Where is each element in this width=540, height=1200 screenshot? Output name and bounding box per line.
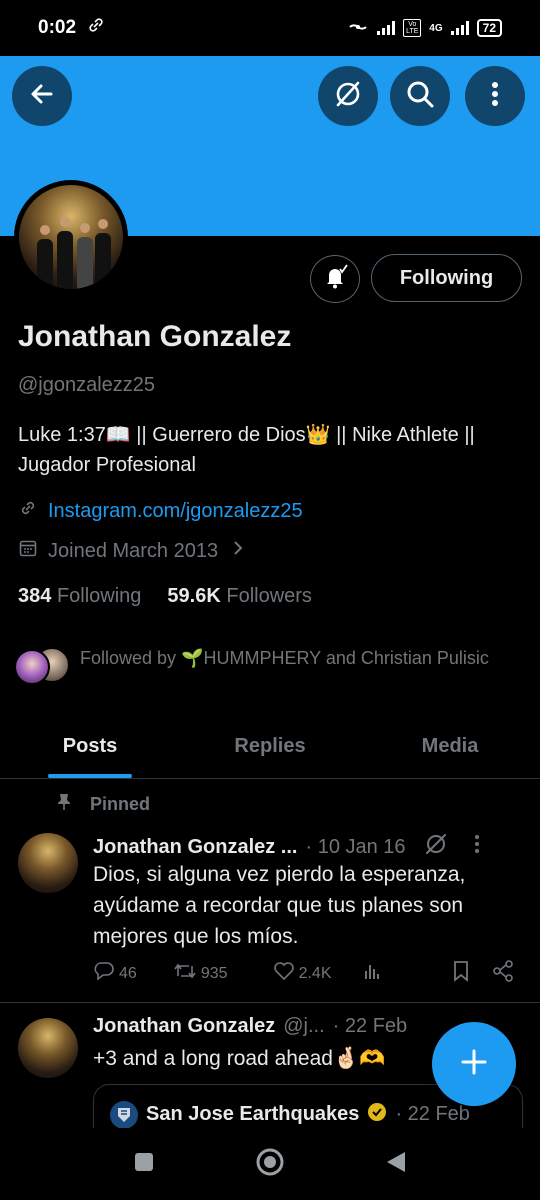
repost-icon xyxy=(173,960,197,987)
tweet-header: Jonathan Gonzalez ... · 10 Jan 16 xyxy=(93,832,523,862)
battery-indicator: 72 xyxy=(476,19,502,37)
chevron-right-icon xyxy=(232,539,244,563)
follow-counts: 384 Following 59.6K Followers xyxy=(18,585,312,608)
tweet-text: Dios, si alguna vez pierdo la esperanza,… xyxy=(93,863,466,948)
grok-icon[interactable] xyxy=(424,832,448,862)
avatar[interactable] xyxy=(18,833,78,893)
avatar[interactable] xyxy=(18,1018,78,1078)
pinned-label: Pinned xyxy=(56,793,150,816)
team-logo-icon xyxy=(110,1100,138,1129)
bookmark-icon xyxy=(452,960,470,987)
followed-by[interactable]: Followed by 🌱HUMMPHERY and Christian Pul… xyxy=(14,645,500,685)
signal-icon xyxy=(377,21,396,35)
website-link[interactable]: Instagram.com/jgonzalezz25 xyxy=(48,500,303,523)
tweet-author[interactable]: Jonathan Gonzalez ... xyxy=(93,836,297,859)
views-button[interactable] xyxy=(362,961,452,986)
hotspot-icon xyxy=(347,19,369,38)
profile-avatar[interactable] xyxy=(14,180,128,294)
search-button[interactable] xyxy=(390,66,450,126)
network-label: 4G xyxy=(429,22,443,34)
pin-icon xyxy=(56,793,72,816)
search-icon xyxy=(405,79,435,114)
follower-avatars xyxy=(14,645,70,685)
tab-media[interactable]: Media xyxy=(360,715,540,778)
reply-button[interactable]: 46 xyxy=(93,960,173,987)
joined-row[interactable]: Joined March 2013 xyxy=(18,538,244,564)
system-nav-bar xyxy=(0,1128,540,1200)
heart-icon xyxy=(273,961,295,986)
compose-button[interactable] xyxy=(432,1022,516,1106)
grok-button[interactable] xyxy=(318,66,378,126)
tweet-handle: @j... xyxy=(283,1015,325,1037)
grok-icon xyxy=(333,79,363,114)
followed-by-text: Followed by 🌱HUMMPHERY and Christian Pul… xyxy=(80,648,489,668)
link-icon xyxy=(88,17,104,39)
calendar-icon xyxy=(18,538,38,564)
status-time: 0:02 xyxy=(38,17,77,38)
following-button[interactable]: Following xyxy=(371,254,522,302)
signal-icon-2 xyxy=(450,21,469,35)
link-icon xyxy=(18,498,38,524)
joined-date: Joined March 2013 xyxy=(48,539,219,562)
tab-replies[interactable]: Replies xyxy=(180,715,360,778)
back-button[interactable] xyxy=(12,66,72,126)
more-vertical-icon xyxy=(491,81,499,112)
notifications-button[interactable] xyxy=(310,255,360,303)
share-icon xyxy=(492,960,514,987)
volte-icon: Vo LTE xyxy=(403,19,422,37)
profile-bio: Luke 1:37📖 || Guerrero de Dios👑 || Nike … xyxy=(18,424,475,476)
reply-icon xyxy=(93,960,115,987)
recents-button[interactable] xyxy=(133,1151,155,1178)
avatar xyxy=(14,649,50,685)
profile-name: Jonathan Gonzalez xyxy=(18,320,292,353)
like-button[interactable]: 2.4K xyxy=(273,961,363,986)
tweet-date: · 22 Feb xyxy=(332,1015,408,1037)
tab-posts[interactable]: Posts xyxy=(0,715,180,778)
more-vertical-icon[interactable] xyxy=(474,834,480,860)
profile-tabs: Posts Replies Media xyxy=(0,715,540,779)
status-bar: 0:02 Vo LTE 4G 72 xyxy=(0,0,540,56)
tweet-author[interactable]: Jonathan Gonzalez xyxy=(93,1015,275,1038)
repost-button[interactable]: 935 xyxy=(173,960,273,987)
quoted-date: · 22 Feb xyxy=(395,1103,470,1125)
profile-handle: @jgonzalezz25 xyxy=(18,374,156,396)
analytics-icon xyxy=(362,961,382,986)
tweet-header: Jonathan Gonzalez @j... · 22 Feb xyxy=(93,1015,407,1038)
back-nav-button[interactable] xyxy=(385,1150,407,1179)
plus-icon xyxy=(459,1047,489,1082)
more-button[interactable] xyxy=(465,66,525,126)
bell-check-icon xyxy=(321,263,349,296)
home-button[interactable] xyxy=(255,1147,285,1182)
share-button[interactable] xyxy=(492,960,518,987)
website-row: Instagram.com/jgonzalezz25 xyxy=(18,498,303,524)
arrow-left-icon xyxy=(28,80,56,113)
followers-count-link[interactable]: 59.6K Followers xyxy=(167,585,312,608)
following-count-link[interactable]: 384 Following xyxy=(18,585,141,608)
divider xyxy=(0,1002,540,1003)
verified-badge-icon xyxy=(367,1102,387,1128)
tweet-date: · 10 Jan 16 xyxy=(305,835,406,858)
tweet-actions: 46 935 2.4K xyxy=(93,960,518,987)
bookmark-button[interactable] xyxy=(452,960,492,987)
quoted-author: San Jose Earthquakes xyxy=(146,1103,360,1125)
